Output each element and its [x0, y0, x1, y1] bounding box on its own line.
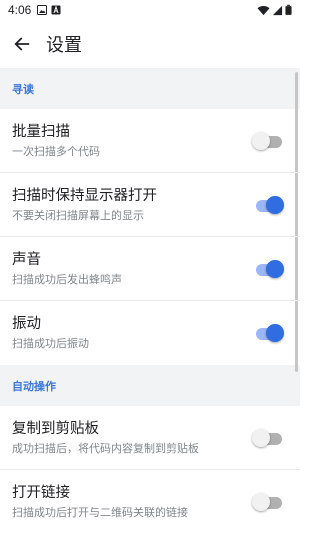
setting-sound[interactable]: 声音 扫描成功后发出蜂鸣声: [0, 237, 300, 301]
batch-scan-toggle[interactable]: [252, 130, 284, 152]
setting-keep-screen-on[interactable]: 扫描时保持显示器打开 不要关闭扫描屏幕上的显示: [0, 173, 300, 237]
battery-icon: [285, 4, 292, 15]
vibrate-toggle[interactable]: [254, 322, 284, 344]
setting-summary: 不要关闭扫描屏幕上的显示: [12, 208, 144, 222]
open-link-toggle[interactable]: [252, 491, 284, 513]
setting-title: 打开链接: [12, 485, 70, 501]
sound-toggle[interactable]: [254, 258, 284, 280]
setting-open-link[interactable]: 打开链接 扫描成功后打开与二维码关联的链接: [0, 470, 300, 533]
wifi-icon: [257, 5, 270, 15]
setting-summary: 一次扫描多个代码: [12, 144, 100, 158]
signal-icon: [272, 5, 283, 15]
setting-title: 复制到剪贴板: [12, 420, 99, 437]
setting-summary: 扫描成功后发出蜂鸣声: [12, 272, 122, 286]
arrow-left-icon: [14, 37, 30, 51]
copy-to-clipboard-toggle[interactable]: [252, 427, 284, 449]
setting-title: 批量扫描: [12, 123, 70, 140]
section-header-auto-actions: 自动操作: [12, 379, 56, 393]
setting-vibrate[interactable]: 振动 扫描成功后振动: [0, 301, 300, 365]
setting-summary: 扫描成功后打开与二维码关联的链接: [12, 506, 188, 519]
setting-title: 扫描时保持显示器打开: [12, 187, 157, 204]
section-header-scanning: 寻读: [12, 82, 34, 96]
text-notification-icon: [51, 5, 61, 15]
status-bar: 4:06: [0, 0, 300, 20]
setting-batch-scan[interactable]: 批量扫描 一次扫描多个代码: [0, 109, 300, 173]
status-time: 4:06: [8, 3, 32, 17]
app-bar: 设置: [0, 20, 300, 68]
settings-scroll-area[interactable]: 寻读 批量扫描 一次扫描多个代码 扫描时保持显示器打开 不要关闭扫描屏幕上的显示…: [0, 68, 300, 533]
setting-title: 声音: [12, 251, 41, 268]
back-button[interactable]: [0, 20, 44, 68]
setting-title: 振动: [12, 316, 41, 332]
setting-summary: 成功扫描后，将代码内容复制到剪贴板: [12, 441, 199, 455]
page-title: 设置: [46, 35, 82, 56]
keep-screen-on-toggle[interactable]: [254, 194, 284, 216]
settings-group-auto-actions: 复制到剪贴板 成功扫描后，将代码内容复制到剪贴板 打开链接 扫描成功后打开与二维…: [0, 406, 300, 533]
settings-group-scanning: 批量扫描 一次扫描多个代码 扫描时保持显示器打开 不要关闭扫描屏幕上的显示 声音…: [0, 109, 300, 365]
setting-summary: 扫描成功后振动: [12, 337, 89, 350]
setting-copy-to-clipboard[interactable]: 复制到剪贴板 成功扫描后，将代码内容复制到剪贴板: [0, 406, 300, 470]
gallery-notification-icon: [37, 5, 48, 15]
